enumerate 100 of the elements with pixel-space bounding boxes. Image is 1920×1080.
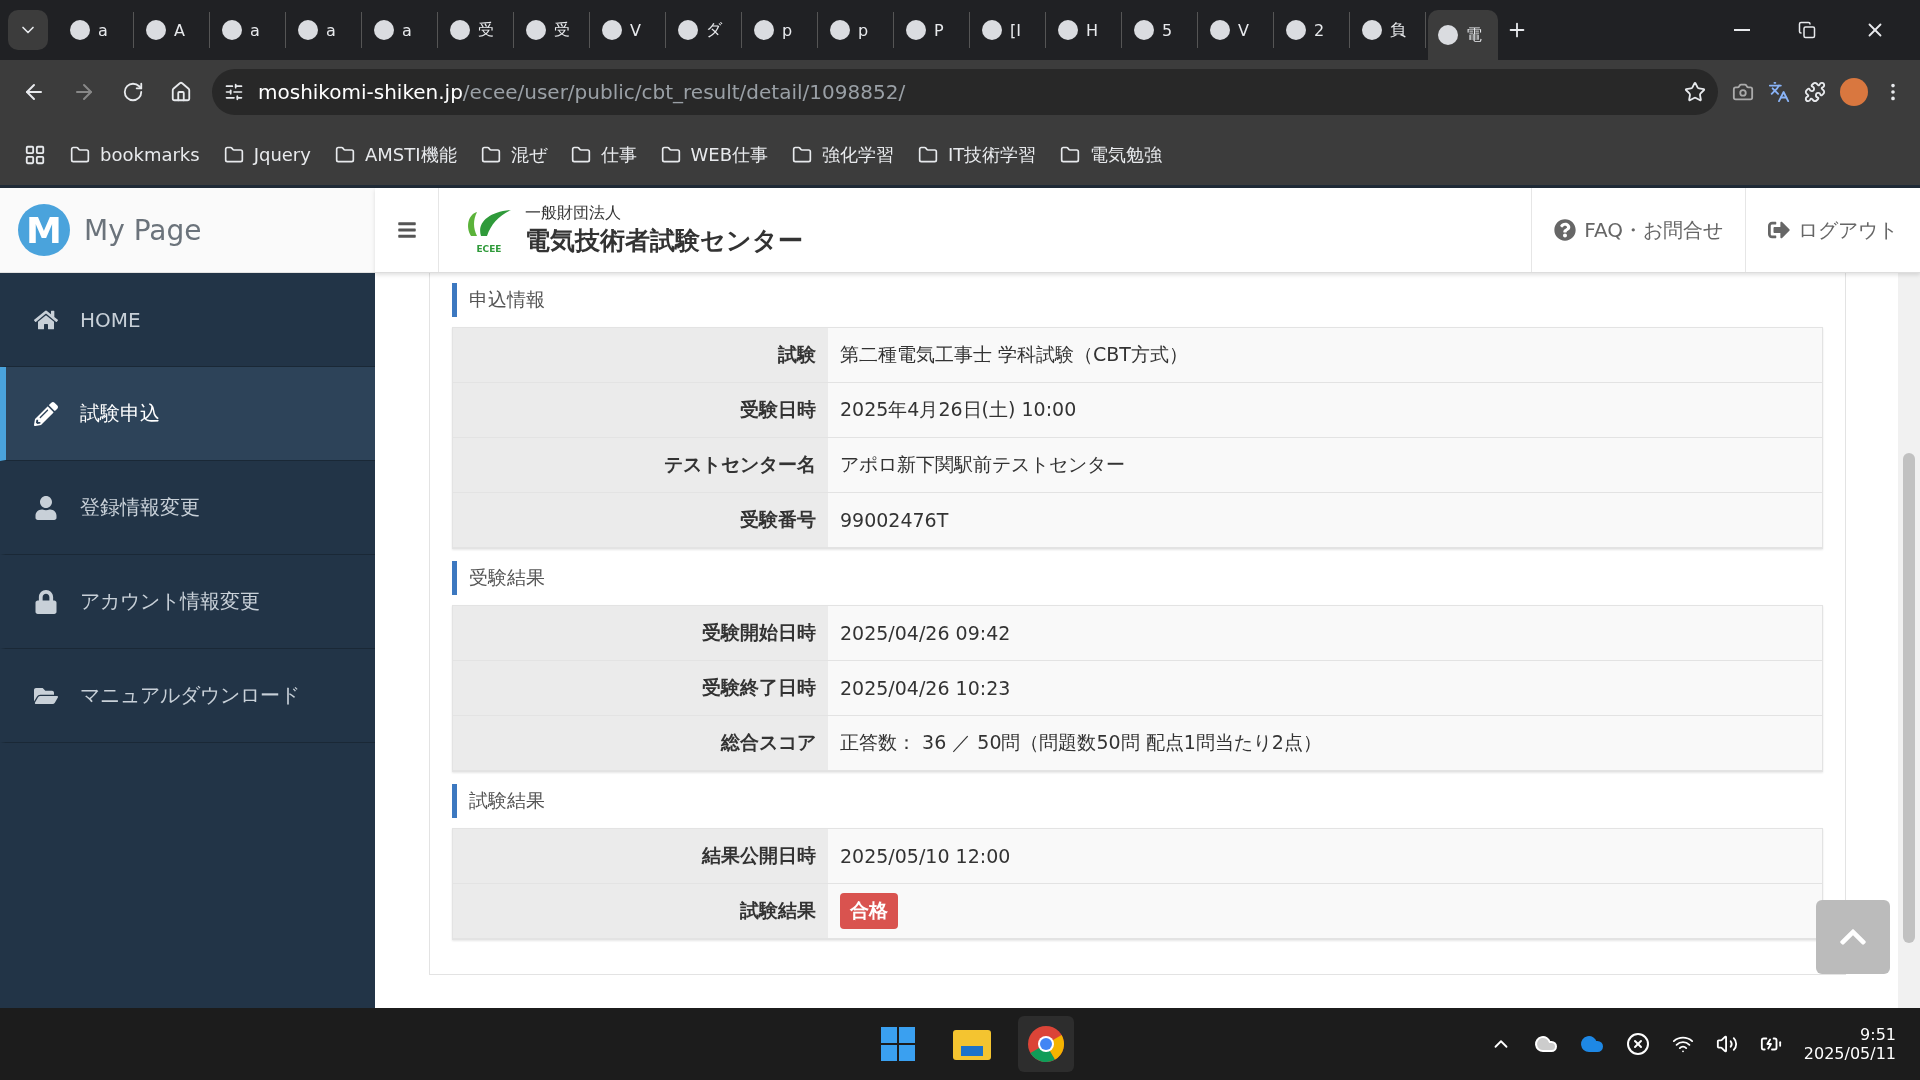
field-label: 試験 bbox=[453, 328, 828, 383]
bookmark-folder[interactable]: IT技術学習 bbox=[918, 142, 1037, 167]
field-label: 受験開始日時 bbox=[453, 606, 828, 661]
favicon-icon bbox=[1058, 20, 1078, 40]
field-value: 2025/04/26 09:42 bbox=[840, 622, 1011, 644]
browser-tab[interactable]: H bbox=[1048, 12, 1122, 48]
field-label: 受験日時 bbox=[453, 383, 828, 438]
browser-tab[interactable]: 受 bbox=[440, 12, 514, 48]
bookmark-folder[interactable]: Jquery bbox=[223, 144, 311, 165]
favicon-icon bbox=[982, 20, 1002, 40]
folder-icon bbox=[1060, 144, 1081, 165]
favicon-icon bbox=[1210, 20, 1230, 40]
browser-tab[interactable]: 5 bbox=[1124, 12, 1198, 48]
browser-tab[interactable]: [I bbox=[972, 12, 1046, 48]
bookmark-folder[interactable]: 仕事 bbox=[570, 142, 637, 167]
field-label: テストセンター名 bbox=[453, 438, 828, 493]
sidebar-item[interactable]: アカウント情報変更 bbox=[0, 555, 375, 649]
favicon-icon bbox=[1438, 25, 1458, 45]
sidebar-item[interactable]: 登録情報変更 bbox=[0, 461, 375, 555]
address-bar[interactable]: moshikomi-shiken.jp/ecee/user/public/cbt_result/detail/1098852/ bbox=[212, 69, 1718, 115]
browser-tab[interactable]: a bbox=[288, 12, 362, 48]
field-value: 2025/05/10 12:00 bbox=[840, 845, 1011, 867]
logout-icon bbox=[1768, 219, 1790, 241]
sidebar-item[interactable]: 試験申込 bbox=[0, 367, 375, 461]
browser-tab[interactable]: 受 bbox=[516, 12, 590, 48]
folder-icon bbox=[223, 144, 244, 165]
field-value: 正答数： 36 ／ 50問（問題数50問 配点1問当たり2点） bbox=[840, 730, 1322, 755]
url-text: moshikomi-shiken.jp/ecee/user/public/cbt_result/detail/1098852/ bbox=[258, 80, 906, 104]
browser-tab[interactable]: V bbox=[592, 12, 666, 48]
browser-tab[interactable]: A bbox=[136, 12, 210, 48]
profile-avatar[interactable] bbox=[1840, 78, 1868, 106]
favicon-icon bbox=[754, 20, 774, 40]
extensions-icon[interactable] bbox=[1804, 81, 1826, 103]
browser-tab[interactable]: ダ bbox=[668, 12, 742, 48]
menu-button[interactable] bbox=[375, 188, 439, 272]
header-link[interactable]: ログアウト bbox=[1745, 188, 1920, 272]
favicon-icon bbox=[222, 20, 242, 40]
folder-icon bbox=[792, 144, 813, 165]
field-label: 結果公開日時 bbox=[453, 829, 828, 884]
browser-tab[interactable]: p bbox=[744, 12, 818, 48]
bookmark-folder[interactable]: AMSTI機能 bbox=[334, 142, 457, 167]
browser-tab[interactable]: P bbox=[896, 12, 970, 48]
folder-icon bbox=[334, 144, 355, 165]
field-label: 試験結果 bbox=[453, 884, 828, 939]
apps-icon[interactable] bbox=[24, 143, 46, 166]
bookmark-folder[interactable]: 混ぜ bbox=[480, 142, 547, 167]
browser-tab[interactable]: a bbox=[60, 12, 134, 48]
section-title: 申込情報 bbox=[452, 283, 1823, 317]
help-icon bbox=[1554, 219, 1577, 241]
field-label: 受験番号 bbox=[453, 493, 828, 548]
favicon-icon bbox=[830, 20, 850, 40]
pencil-icon bbox=[34, 401, 58, 426]
windows-logo-icon bbox=[880, 1026, 916, 1062]
bookmark-folder[interactable]: 強化学習 bbox=[792, 142, 895, 167]
browser-tab[interactable]: 負 bbox=[1352, 12, 1426, 48]
taskbar-clock[interactable]: 9:51 2025/05/11 bbox=[1803, 1025, 1896, 1063]
favicon-icon bbox=[1286, 20, 1306, 40]
organization-name: 電気技術者試験センター bbox=[525, 225, 803, 257]
favicon-icon bbox=[1134, 20, 1154, 40]
translate-icon[interactable] bbox=[1768, 81, 1790, 103]
browser-taskbar-icon[interactable] bbox=[1018, 1016, 1074, 1072]
favicon-icon bbox=[602, 20, 622, 40]
scrollbar[interactable] bbox=[1898, 273, 1920, 1008]
browser-tab[interactable]: a bbox=[364, 12, 438, 48]
organization-logo: ECEE bbox=[463, 206, 515, 254]
bookmark-folder[interactable]: bookmarks bbox=[70, 144, 200, 165]
field-value: アポロ新下関駅前テストセンター bbox=[840, 452, 1125, 477]
browser-tab[interactable]: p bbox=[820, 12, 894, 48]
browser-tab[interactable]: 電 bbox=[1428, 10, 1498, 60]
home-icon bbox=[170, 81, 192, 103]
minimize-icon bbox=[1734, 29, 1750, 31]
browser-tab[interactable]: 2 bbox=[1276, 12, 1350, 48]
brand-title: My Page bbox=[84, 213, 202, 247]
close-circle-icon[interactable] bbox=[1625, 1032, 1650, 1056]
favicon-icon bbox=[450, 20, 470, 40]
favicon-icon bbox=[298, 20, 318, 40]
bookmark-star-icon[interactable] bbox=[1684, 81, 1706, 103]
folder-icon bbox=[953, 1028, 991, 1060]
favicon-icon bbox=[374, 20, 394, 40]
field-value: 2025/04/26 10:23 bbox=[840, 677, 1011, 699]
volume-icon[interactable] bbox=[1715, 1033, 1738, 1055]
browser-logo-icon bbox=[1027, 1025, 1065, 1063]
field-value: 第二種電気工事士 学科試験（CBT方式） bbox=[840, 342, 1188, 367]
section-title: 受験結果 bbox=[452, 561, 1823, 595]
favicon-icon bbox=[146, 20, 166, 40]
field-value: 2025年4月26日(土) 10:00 bbox=[840, 397, 1077, 422]
bookmark-folder[interactable]: 電気勉強 bbox=[1060, 142, 1163, 167]
site-info-icon[interactable] bbox=[224, 82, 244, 102]
sidebar-item[interactable]: マニュアルダウンロード bbox=[0, 649, 375, 743]
bookmark-folder[interactable]: WEB仕事 bbox=[660, 142, 769, 167]
header-link[interactable]: FAQ・お問合せ bbox=[1531, 188, 1745, 272]
folder-icon bbox=[70, 144, 90, 165]
browser-tab[interactable]: V bbox=[1200, 12, 1274, 48]
browser-tab[interactable]: a bbox=[212, 12, 286, 48]
restore-icon bbox=[1798, 21, 1816, 39]
lock-icon bbox=[34, 589, 58, 614]
camera-icon[interactable] bbox=[1732, 81, 1754, 103]
folder-icon bbox=[918, 144, 939, 165]
field-label: 総合スコア bbox=[453, 716, 828, 771]
field-label: 受験終了日時 bbox=[453, 661, 828, 716]
